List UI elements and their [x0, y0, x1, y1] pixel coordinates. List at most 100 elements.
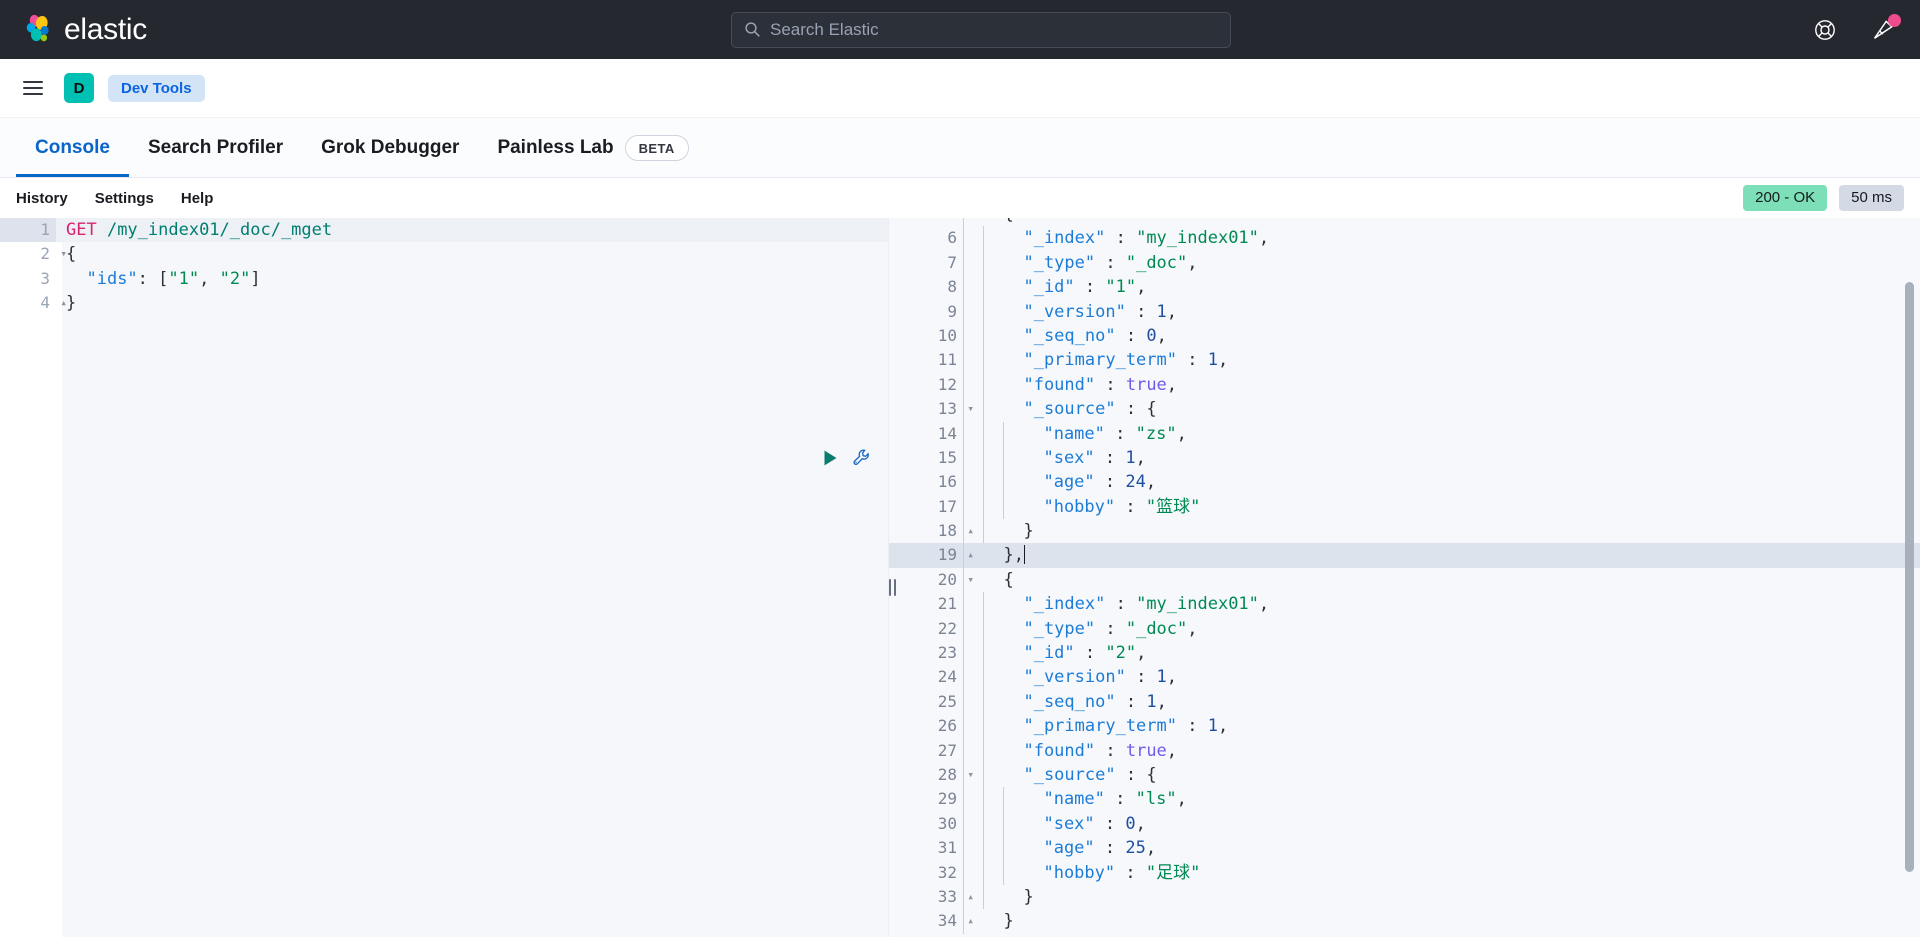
code-token: }: [1003, 886, 1034, 907]
response-code-line[interactable]: 17 "hobby" : "篮球": [889, 494, 1920, 520]
indent-guide: [963, 494, 983, 520]
code-text: "hobby" : "足球": [1023, 861, 1200, 885]
code-token: }: [983, 911, 1014, 932]
indent-guide: [963, 372, 983, 398]
play-triangle-icon-button[interactable]: [822, 449, 839, 467]
fold-toggle-icon[interactable]: ▴: [967, 543, 974, 567]
fold-toggle-icon[interactable]: ▴: [967, 885, 974, 909]
code-token: ,: [1136, 277, 1147, 298]
history-button[interactable]: History: [16, 190, 68, 207]
global-header: elastic: [0, 0, 1920, 59]
request-code-line[interactable]: 3 "ids": ["1", "2"]: [0, 267, 888, 291]
response-code-line[interactable]: 22 "_type" : "_doc",: [889, 616, 1920, 642]
response-code-line[interactable]: 29 "name" : "ls",: [889, 787, 1920, 812]
response-code-line[interactable]: 16 "age" : 24,: [889, 470, 1920, 495]
response-code-line[interactable]: 6 "_index" : "my_index01",: [889, 226, 1920, 251]
code-text: {: [983, 568, 1013, 592]
help-lifebuoy-icon-button[interactable]: [1810, 15, 1840, 45]
code-token: :: [1094, 472, 1126, 493]
fold-toggle-icon[interactable]: ▾: [967, 397, 974, 421]
response-code-line[interactable]: 9 "_version" : 1,: [889, 299, 1920, 324]
response-code-line[interactable]: 33 ▴ }: [889, 884, 1920, 910]
tab-grok-debugger[interactable]: Grok Debugger: [302, 118, 478, 177]
fold-toggle-icon[interactable]: ▴: [967, 519, 974, 543]
response-code-line[interactable]: 19 ▴ },: [889, 543, 1920, 568]
response-code-line[interactable]: 7 "_type" : "_doc",: [889, 250, 1920, 276]
code-token: ,: [1187, 252, 1198, 273]
hamburger-menu-icon[interactable]: [16, 71, 50, 105]
request-code-line[interactable]: 2 ▾{: [0, 242, 888, 266]
response-code-line[interactable]: 8 "_id" : "1",: [889, 275, 1920, 300]
code-token: {: [1146, 399, 1157, 420]
response-code-line[interactable]: 32 "hobby" : "足球": [889, 860, 1920, 885]
fold-toggle-icon[interactable]: ▾: [967, 763, 974, 787]
tab-search-profiler[interactable]: Search Profiler: [129, 118, 302, 177]
console-toolbar: History Settings Help 200 - OK 50 ms: [0, 178, 1920, 218]
code-token: ,: [1217, 716, 1229, 737]
space-avatar[interactable]: D: [64, 73, 94, 103]
code-token: ,: [1156, 325, 1167, 346]
response-code-line[interactable]: 20 ▾ {: [889, 567, 1920, 593]
indent-guide: [963, 470, 983, 495]
indent-guide: [983, 738, 1003, 763]
code-token: :: [1074, 277, 1106, 298]
code-token: "_type": [1003, 618, 1096, 639]
response-code-line[interactable]: 30 "sex" : 0,: [889, 811, 1920, 837]
help-button[interactable]: Help: [181, 190, 214, 207]
tab-console[interactable]: Console: [16, 118, 129, 177]
wrench-icon-button[interactable]: [852, 448, 872, 468]
code-token: :: [1115, 691, 1147, 712]
request-editor-pane[interactable]: 1 GET /my_index01/_doc/_mget 2 ▾{3 "ids": […: [0, 218, 888, 937]
code-token: :: [1095, 618, 1126, 639]
line-number: 30: [937, 813, 957, 833]
response-viewer-pane[interactable]: {6 "_index" : "my_index01",7 "_type" : "…: [888, 218, 1920, 937]
code-token: 1: [1207, 716, 1218, 737]
indent-guides: [963, 836, 1023, 861]
fold-toggle-icon[interactable]: ▾: [60, 242, 67, 266]
request-code-line[interactable]: 1 GET /my_index01/_doc/_mget: [0, 218, 888, 243]
response-code-line[interactable]: 31 "age" : 25,: [889, 836, 1920, 861]
code-text: "name" : "ls",: [1023, 787, 1186, 811]
fold-toggle-icon[interactable]: ▴: [967, 909, 974, 933]
duration-badge: 50 ms: [1839, 185, 1904, 211]
response-code-line[interactable]: 18 ▴ }: [889, 519, 1920, 544]
fold-toggle-icon[interactable]: ▾: [967, 568, 974, 592]
search-input[interactable]: [770, 19, 1218, 40]
global-search[interactable]: [731, 11, 1231, 48]
response-code-line[interactable]: 24 "_version" : 1,: [889, 665, 1920, 690]
request-code-line[interactable]: 4 ▴}: [0, 291, 888, 315]
response-code-line[interactable]: 15 "sex" : 1,: [889, 445, 1920, 471]
response-code-line[interactable]: 27 "found" : true,: [889, 738, 1920, 763]
news-megaphone-icon-button[interactable]: [1868, 13, 1901, 45]
response-code[interactable]: {6 "_index" : "my_index01",7 "_type" : "…: [889, 218, 1920, 934]
indent-guide: [983, 714, 1003, 739]
response-code-line[interactable]: {: [889, 218, 1920, 227]
response-code-line[interactable]: 23 "_id" : "2",: [889, 641, 1920, 666]
breadcrumb-dev-tools[interactable]: Dev Tools: [108, 74, 205, 102]
indent-guides: [963, 641, 1003, 666]
elastic-brand-home-link[interactable]: elastic: [22, 13, 147, 47]
response-code-line[interactable]: 10 "_seq_no" : 0,: [889, 323, 1920, 349]
code-token: 1: [1156, 301, 1167, 322]
response-code-line[interactable]: 13 ▾ "_source" : {: [889, 397, 1920, 422]
response-code-line[interactable]: 12 "found" : true,: [889, 372, 1920, 398]
code-token: /my_index01/_doc/_mget: [106, 220, 333, 240]
code-token: ,: [1156, 691, 1167, 712]
response-code-line[interactable]: 11 "_primary_term" : 1,: [889, 348, 1920, 373]
response-code-line[interactable]: 14 "name" : "zs",: [889, 421, 1920, 446]
line-number: 20 ▾: [889, 568, 974, 592]
line-number: 32: [937, 862, 957, 882]
line-number: 7: [947, 252, 957, 272]
response-code-line[interactable]: 28 ▾ "_source" : {: [889, 762, 1920, 788]
fold-toggle-icon[interactable]: ▴: [60, 291, 67, 315]
response-code-line[interactable]: 34 ▴ }: [889, 909, 1920, 934]
settings-button[interactable]: Settings: [95, 190, 154, 207]
request-code[interactable]: 1 GET /my_index01/_doc/_mget 2 ▾{3 "ids": […: [0, 218, 888, 316]
response-code-line[interactable]: 25 "_seq_no" : 1,: [889, 689, 1920, 715]
pane-splitter[interactable]: [888, 218, 897, 937]
response-code-line[interactable]: 21 "_index" : "my_index01",: [889, 592, 1920, 617]
indent-guide: [983, 689, 1003, 715]
response-code-line[interactable]: 26 "_primary_term" : 1,: [889, 714, 1920, 739]
response-vertical-scrollbar[interactable]: [1905, 282, 1914, 872]
tab-painless-lab[interactable]: Painless Lab BETA: [478, 118, 707, 177]
